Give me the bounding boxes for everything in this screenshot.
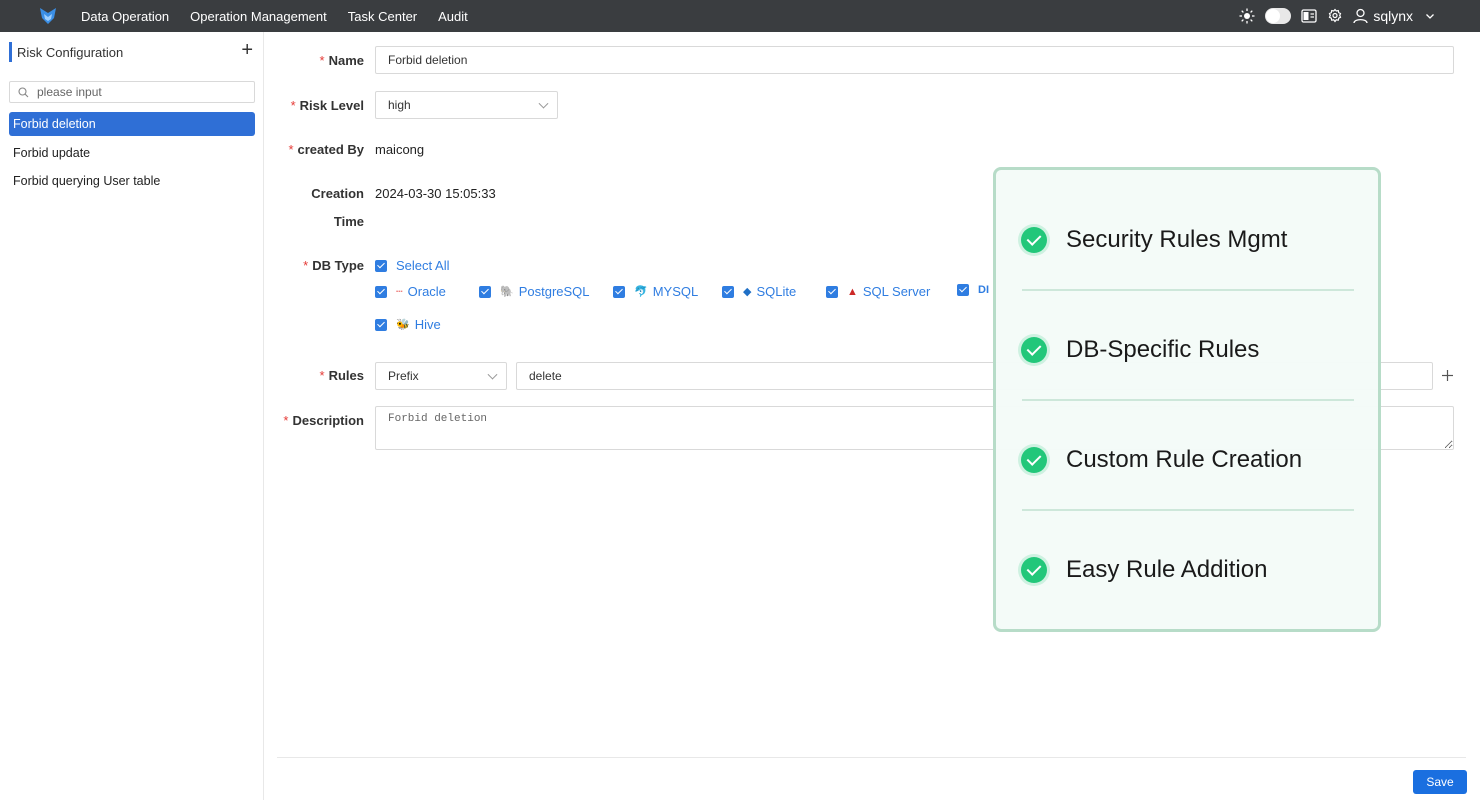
feature-item: DB-Specific Rules <box>1021 336 1259 364</box>
feature-text: Easy Rule Addition <box>1066 556 1268 583</box>
feature-item: Easy Rule Addition <box>1021 556 1267 584</box>
name-value: Forbid deletion <box>388 53 468 67</box>
sidebar: Risk Configuration + Forbid deletion For… <box>0 32 264 800</box>
sidebar-search <box>9 81 255 103</box>
creation-label: Creation <box>311 186 364 201</box>
feature-divider <box>1022 509 1354 511</box>
name-input[interactable]: Forbid deletion <box>375 46 1454 74</box>
chevron-down-icon <box>1426 14 1434 19</box>
add-rule-row-icon[interactable] <box>1441 369 1454 382</box>
risk-level-value: high <box>388 98 411 112</box>
nav-data-operation[interactable]: Data Operation <box>81 9 169 24</box>
sqlserver-icon: ▲ <box>847 285 858 298</box>
rule-type-value: Prefix <box>388 369 419 383</box>
db-type-label: * DB Type <box>303 258 364 273</box>
feature-card: Security Rules Mgmt DB-Specific Rules Cu… <box>993 167 1381 632</box>
mysql-label: MYSQL <box>652 284 699 299</box>
risk-level-select[interactable]: high <box>375 91 558 119</box>
hive-checkbox[interactable]: 🐝 Hive <box>375 317 441 332</box>
created-by-value: maicong <box>375 142 425 157</box>
select-all-label: Select All <box>396 258 450 273</box>
postgresql-icon: 🐘 <box>500 286 514 298</box>
footer-divider <box>277 757 1466 758</box>
chevron-down-icon <box>538 98 549 109</box>
search-input[interactable] <box>37 85 237 99</box>
sidebar-title: Risk Configuration <box>17 44 124 60</box>
created-by-label: * created By <box>288 142 364 157</box>
oracle-icon: ┄ <box>396 286 403 298</box>
username: sqlynx <box>1373 8 1413 24</box>
theme-toggle[interactable] <box>1265 8 1292 24</box>
mysql-checkbox[interactable]: 🐬 MYSQL <box>613 284 698 299</box>
description-label: * Description <box>283 413 364 428</box>
mysql-icon: 🐬 <box>634 286 648 298</box>
rule-value: delete <box>529 369 562 383</box>
app-logo-icon[interactable] <box>37 5 59 27</box>
top-bar: Data Operation Operation Management Task… <box>0 0 1480 32</box>
rule-list: Forbid deletion Forbid update Forbid que… <box>9 112 255 198</box>
rules-label: * Rules <box>319 368 364 383</box>
sqlite-checkbox[interactable]: ◆ SQLite <box>722 284 796 299</box>
risk-level-label: * Risk Level <box>290 98 364 113</box>
check-circle-icon <box>1021 447 1047 473</box>
name-label: * Name <box>319 53 364 68</box>
check-circle-icon <box>1021 337 1047 363</box>
feature-text: Custom Rule Creation <box>1066 446 1303 473</box>
db-icon: DI <box>978 284 989 296</box>
search-icon <box>18 86 29 97</box>
check-circle-icon <box>1021 557 1047 583</box>
feature-item: Custom Rule Creation <box>1021 446 1302 474</box>
more-db-checkbox[interactable]: DI <box>957 284 994 296</box>
sqlserver-checkbox[interactable]: ▲ SQL Server <box>826 284 930 299</box>
postgresql-label: PostgreSQL <box>518 284 590 299</box>
save-button[interactable]: Save <box>1413 770 1467 794</box>
nav-task-center[interactable]: Task Center <box>348 9 417 24</box>
nav-audit[interactable]: Audit <box>438 9 468 24</box>
feature-text: Security Rules Mgmt <box>1066 226 1288 253</box>
sqlserver-label: SQL Server <box>862 284 931 299</box>
creation-time-value: 2024-03-30 15:05:33 <box>375 186 496 201</box>
title-accent-bar <box>9 42 12 62</box>
user-menu[interactable]: sqlynx <box>1353 8 1436 24</box>
sidebar-item-forbid-update[interactable]: Forbid update <box>9 141 255 165</box>
user-icon <box>1353 8 1368 24</box>
sqlite-label: SQLite <box>756 284 797 299</box>
sidebar-header: Risk Configuration + <box>0 32 263 72</box>
chevron-down-icon <box>487 369 498 380</box>
postgresql-checkbox[interactable]: 🐘 PostgreSQL <box>479 284 590 299</box>
settings-icon[interactable] <box>1327 8 1343 24</box>
check-circle-icon <box>1021 227 1047 253</box>
sun-icon <box>1239 8 1255 24</box>
hive-icon: 🐝 <box>396 319 410 331</box>
sqlite-icon: ◆ <box>743 286 752 298</box>
time-label: Time <box>333 214 364 229</box>
feature-divider <box>1022 289 1354 291</box>
language-icon[interactable] <box>1301 8 1317 24</box>
oracle-checkbox[interactable]: ┄ Oracle <box>375 284 446 299</box>
rule-type-select[interactable]: Prefix <box>375 362 507 390</box>
feature-text: DB-Specific Rules <box>1066 336 1260 363</box>
feature-divider <box>1022 399 1354 401</box>
sidebar-item-forbid-querying-user-table[interactable]: Forbid querying User table <box>9 169 255 193</box>
nav-operation-management[interactable]: Operation Management <box>190 9 327 24</box>
select-all-checkbox[interactable]: Select All <box>375 258 449 273</box>
oracle-label: Oracle <box>407 284 446 299</box>
sidebar-item-forbid-deletion[interactable]: Forbid deletion <box>9 112 255 136</box>
hive-label: Hive <box>414 317 441 332</box>
feature-item: Security Rules Mgmt <box>1021 226 1287 254</box>
